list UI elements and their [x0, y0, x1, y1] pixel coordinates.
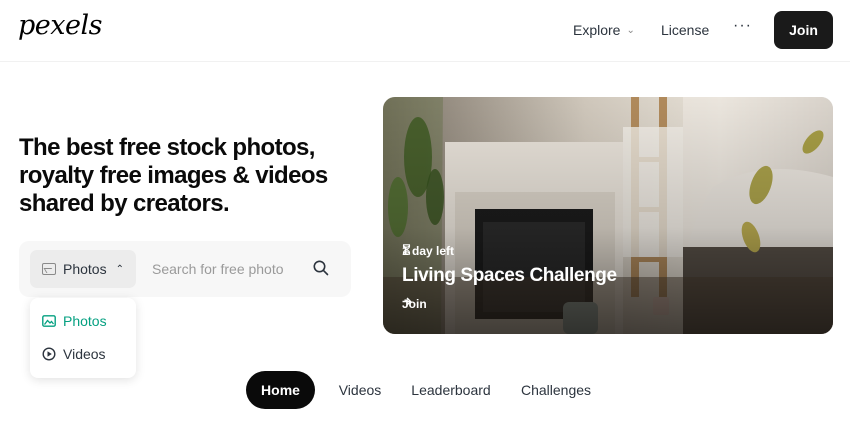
search-input[interactable] [152, 258, 302, 280]
challenge-timer: 1 day left [402, 244, 454, 258]
chevron-down-icon: ⌄ [626, 24, 635, 36]
tab-leaderboard[interactable]: Leaderboard [403, 371, 499, 409]
chevron-up-icon: ⌃ [115, 263, 124, 275]
image-icon [42, 263, 56, 275]
media-type-label: Photos [63, 261, 107, 277]
pexels-logo[interactable]: pexels [18, 10, 102, 41]
dropdown-label-videos: Videos [63, 346, 106, 362]
page-headline: The best free stock photos, royalty free… [19, 134, 328, 217]
join-button[interactable]: Join [774, 11, 833, 49]
arrow-right-icon [402, 297, 412, 306]
more-menu-button[interactable]: ··· [733, 17, 752, 35]
media-type-dropdown: Photos Videos [30, 298, 136, 378]
challenge-title: Living Spaces Challenge [402, 265, 617, 286]
license-link[interactable]: License [661, 22, 709, 38]
challenge-join-link[interactable]: Join [402, 297, 427, 311]
top-navigation-bar: pexels Explore ⌄ License ··· Join [0, 0, 850, 62]
tab-home[interactable]: Home [246, 371, 315, 409]
search-icon[interactable] [312, 259, 330, 277]
tab-challenges[interactable]: Challenges [513, 371, 599, 409]
hourglass-icon [402, 244, 411, 255]
dropdown-label-photos: Photos [63, 313, 107, 329]
dropdown-option-photos[interactable]: Photos [42, 313, 107, 329]
explore-label: Explore [573, 22, 621, 38]
image-icon [42, 315, 56, 327]
search-bar: Photos ⌃ [19, 241, 351, 297]
media-type-select[interactable]: Photos ⌃ [30, 250, 136, 288]
play-icon [42, 347, 56, 361]
content-tabs: Home Videos Leaderboard Challenges [0, 371, 850, 409]
tab-videos[interactable]: Videos [330, 371, 390, 409]
challenge-card[interactable]: 1 day left Living Spaces Challenge Join [383, 97, 833, 334]
challenge-cover-image [383, 97, 833, 334]
explore-menu[interactable]: Explore ⌄ [573, 22, 635, 38]
dropdown-option-videos[interactable]: Videos [42, 346, 106, 362]
